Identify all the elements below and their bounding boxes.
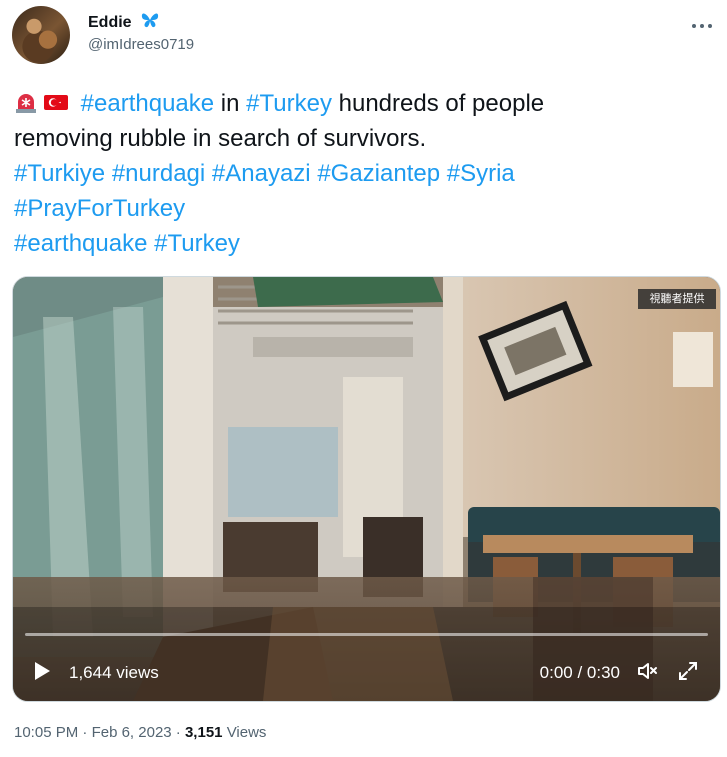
- views-count: 3,151: [184, 724, 223, 741]
- separator-dot-2: ·: [175, 724, 181, 741]
- tweet-text: #earthquake in #Turkey hundreds of peopl…: [14, 86, 714, 261]
- tweet-time[interactable]: 10:05 PM: [14, 724, 78, 741]
- hashtag-prayforturkey[interactable]: #PrayForTurkey: [14, 195, 185, 222]
- video-frame: [13, 277, 720, 701]
- views-label: Views: [226, 724, 267, 741]
- tweet-line-1: #earthquake in #Turkey hundreds of peopl…: [14, 86, 714, 121]
- hashtag-earthquake[interactable]: #earthquake: [81, 90, 214, 117]
- video-controls: 1,644 views 0:00 / 0:30: [13, 651, 720, 691]
- hashtag-turkey-2[interactable]: #Turkey: [154, 230, 240, 257]
- hashtag-earthquake-2[interactable]: #earthquake: [14, 230, 147, 257]
- text-rest: hundreds of people: [331, 90, 545, 117]
- hashtag-syria[interactable]: #Syria: [447, 160, 515, 187]
- author-name-row[interactable]: Eddie: [88, 11, 160, 34]
- video-progress-bar[interactable]: [25, 633, 708, 636]
- turkey-flag-icon: [44, 89, 68, 113]
- tweet-line-5: #earthquake #Turkey: [14, 226, 714, 261]
- video-player[interactable]: 視聽者提供 1,644 views 0:00 / 0:30: [12, 276, 721, 702]
- video-views-count: 1,644 views: [69, 663, 159, 682]
- tweet-meta: 10:05 PM · Feb 6, 2023 · 3,151 Views: [14, 724, 266, 741]
- text-in: in: [214, 90, 247, 117]
- play-icon[interactable]: [33, 661, 51, 686]
- tweet-line-4: #PrayForTurkey: [14, 191, 714, 226]
- hashtag-turkey[interactable]: #Turkey: [246, 90, 332, 117]
- hashtag-anayazi[interactable]: #Anayazi: [212, 160, 311, 187]
- rotating-light-icon: [14, 89, 38, 113]
- hashtag-nurdagi[interactable]: #nurdagi: [112, 160, 205, 187]
- separator-dot: ·: [82, 724, 88, 741]
- hashtag-gaziantep[interactable]: #Gaziantep: [317, 160, 440, 187]
- more-horizontal-icon[interactable]: [691, 14, 713, 35]
- tweet-line-3: #Turkiye #nurdagi #Anayazi #Gaziantep #S…: [14, 156, 714, 191]
- avatar[interactable]: [12, 6, 70, 64]
- volume-icon[interactable]: [636, 659, 660, 688]
- video-watermark: 視聽者提供: [649, 292, 705, 305]
- author-name[interactable]: Eddie: [88, 14, 132, 31]
- tweet-line-2: removing rubble in search of survivors.: [14, 125, 427, 152]
- author-handle[interactable]: @imIdrees0719: [88, 36, 194, 53]
- butterfly-icon: [140, 11, 160, 34]
- video-time: 0:00 / 0:30: [539, 663, 620, 682]
- tweet-header: Eddie @imIdrees0719: [12, 4, 715, 66]
- fullscreen-icon[interactable]: [676, 659, 700, 688]
- hashtag-turkiye[interactable]: #Turkiye: [14, 160, 105, 187]
- tweet-date[interactable]: Feb 6, 2023: [92, 724, 172, 741]
